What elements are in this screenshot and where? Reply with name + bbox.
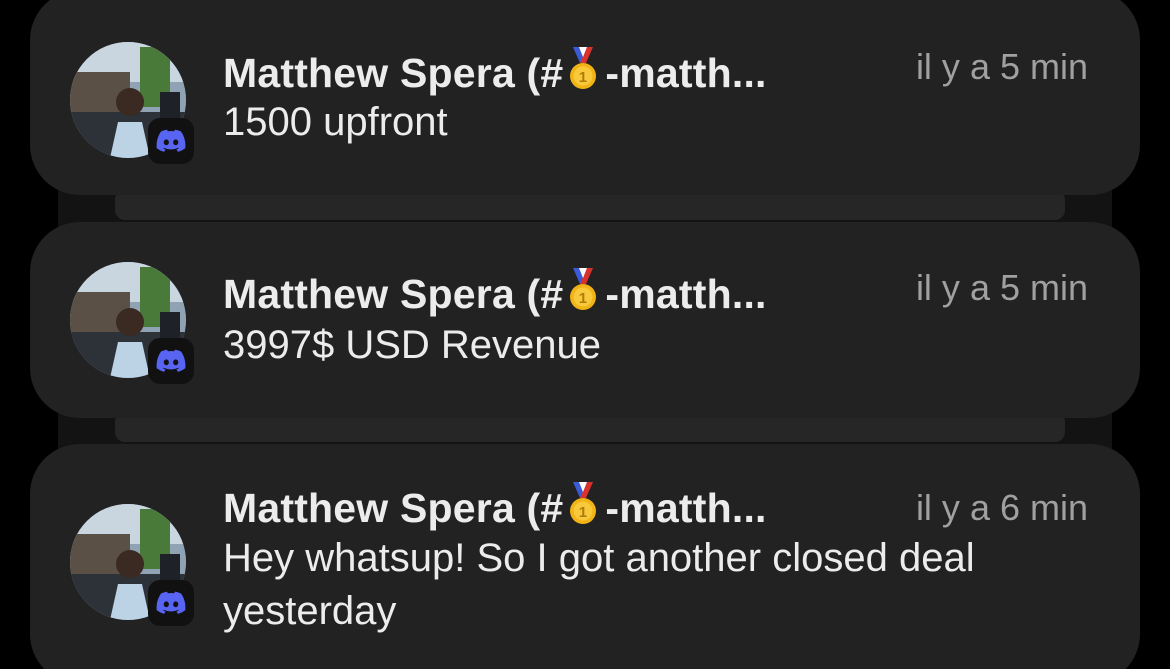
notification-card[interactable]: Matthew Spera (# 1 -matth... il y a 6 min … [30, 444, 1140, 669]
notification-message: Hey whatsup! So I got another closed dea… [223, 536, 975, 633]
gold-medal-icon: 1 [567, 268, 599, 322]
svg-text:1: 1 [579, 290, 588, 307]
notification-center: Matthew Spera (# 1 -matth... il y a 5 min … [0, 0, 1170, 669]
sender-channel: -matth... [605, 485, 767, 531]
svg-text:1: 1 [579, 504, 588, 521]
notification-sender: Matthew Spera (# 1 -matth... [223, 47, 767, 101]
notification-sender: Matthew Spera (# 1 -matth... [223, 482, 767, 536]
notification-card[interactable]: Matthew Spera (# 1 -matth... il y a 5 min … [30, 222, 1140, 418]
sender-channel: -matth... [605, 271, 767, 317]
gold-medal-icon: 1 [567, 482, 599, 536]
notification-timestamp: il y a 5 min [915, 46, 1088, 87]
svg-text:1: 1 [579, 69, 588, 86]
sender-name: Matthew Spera (# [223, 485, 564, 531]
sender-name: Matthew Spera (# [223, 271, 564, 317]
sender-name: Matthew Spera (# [223, 50, 564, 96]
notification-timestamp: il y a 5 min [915, 267, 1088, 308]
discord-icon [148, 580, 194, 626]
notification-timestamp: il y a 6 min [915, 487, 1088, 528]
notification-message: 1500 upfront [223, 100, 448, 144]
sender-channel: -matth... [605, 50, 767, 96]
notification-sender: Matthew Spera (# 1 -matth... [223, 268, 767, 322]
notification-card[interactable]: Matthew Spera (# 1 -matth... il y a 5 min … [30, 0, 1140, 195]
notification-message: 3997$ USD Revenue [223, 323, 602, 367]
gold-medal-icon: 1 [567, 47, 599, 101]
discord-icon [148, 338, 194, 384]
discord-icon [148, 118, 194, 164]
